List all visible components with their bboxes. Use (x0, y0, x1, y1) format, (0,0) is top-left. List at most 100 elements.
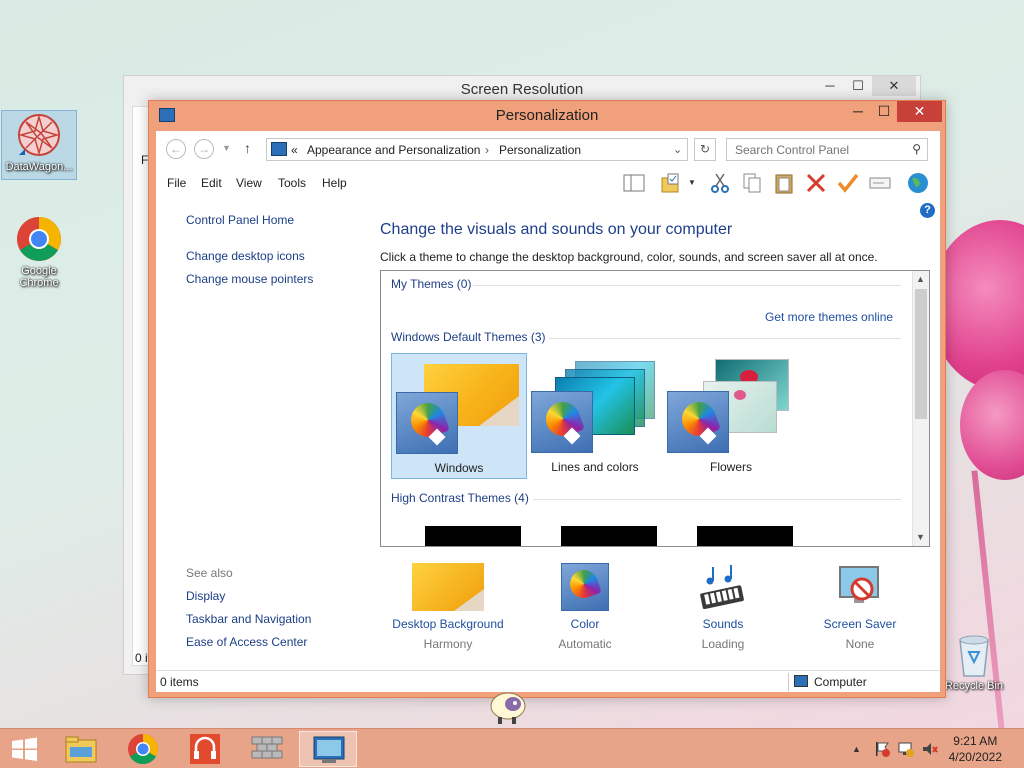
change-mouse-pointers-link[interactable]: Change mouse pointers (186, 272, 313, 286)
search-input[interactable] (727, 139, 897, 160)
themes-list[interactable]: My Themes (0) Get more themes online Win… (380, 270, 930, 547)
globe-icon[interactable] (906, 172, 930, 194)
sounds-setting[interactable]: Sounds Loading (663, 563, 783, 651)
change-desktop-icons-link[interactable]: Change desktop icons (186, 249, 305, 263)
vertical-scrollbar[interactable]: ▲ ▼ (912, 271, 929, 546)
help-icon[interactable]: ? (920, 203, 935, 218)
taskbar-music-app[interactable] (176, 731, 234, 767)
scroll-thumb[interactable] (915, 289, 927, 419)
status-bar: 0 items Computer (156, 670, 940, 692)
theme-windows[interactable]: Windows (391, 353, 527, 479)
divider (549, 338, 901, 339)
desktop-icon-datawagon[interactable]: DataWagon... (1, 110, 77, 180)
folder-options-icon[interactable] (660, 172, 684, 194)
minimize-button[interactable]: ─ (845, 101, 871, 122)
menu-tools[interactable]: Tools (278, 176, 306, 190)
menu-view[interactable]: View (236, 176, 262, 190)
wallpaper-flower-small (960, 370, 1024, 480)
scroll-up-icon[interactable]: ▲ (916, 274, 925, 284)
menu-edit[interactable]: Edit (201, 176, 222, 190)
color-setting[interactable]: Color Automatic (525, 563, 645, 651)
address-bar[interactable]: « Appearance and Personalization › Perso… (266, 138, 688, 161)
setting-name[interactable]: Color (525, 617, 645, 631)
breadcrumb-separator[interactable]: › (485, 143, 489, 157)
display-link[interactable]: Display (186, 589, 225, 603)
minimize-button[interactable]: ─ (816, 76, 844, 96)
title-bar[interactable]: Personalization ─ ☐ ✕ (149, 101, 945, 131)
setting-name[interactable]: Screen Saver (800, 617, 920, 631)
rename-icon[interactable] (868, 172, 892, 194)
forward-button[interactable]: → (194, 139, 214, 159)
desktop-pet-icon[interactable] (488, 688, 528, 726)
location-label: Computer (814, 675, 867, 689)
desktop-icon-label: Recycle Bin (944, 680, 1004, 692)
cut-icon[interactable] (708, 172, 732, 194)
maximize-button[interactable]: ☐ (844, 76, 872, 96)
volume-muted-icon[interactable] (922, 741, 938, 757)
get-more-themes-link[interactable]: Get more themes online (765, 310, 893, 324)
search-icon[interactable]: ⚲ (912, 142, 921, 156)
setting-name[interactable]: Desktop Background (388, 617, 508, 631)
taskbar-navigation-link[interactable]: Taskbar and Navigation (186, 612, 311, 626)
window-title: Personalization (495, 107, 599, 124)
control-panel-home-link[interactable]: Control Panel Home (186, 213, 294, 227)
windows-logo-icon (12, 737, 37, 761)
paste-icon[interactable] (772, 172, 796, 194)
high-contrast-theme[interactable] (697, 526, 793, 546)
taskbar-file-explorer[interactable] (52, 731, 110, 767)
back-button[interactable]: ← (166, 139, 186, 159)
taskbar-chrome[interactable] (114, 731, 172, 767)
desktop-background-icon (412, 563, 484, 611)
high-contrast-theme[interactable] (425, 526, 521, 546)
recent-pages-icon[interactable]: ▼ (222, 143, 231, 153)
desktop-icon-label: DataWagon... (5, 161, 73, 173)
taskbar-control-panel[interactable] (299, 731, 357, 767)
breadcrumb-personalization[interactable]: Personalization (499, 143, 581, 157)
ease-of-access-link[interactable]: Ease of Access Center (186, 635, 307, 649)
menu-file[interactable]: File (167, 176, 186, 190)
close-button[interactable]: ✕ (897, 101, 942, 122)
setting-name[interactable]: Sounds (663, 617, 783, 631)
theme-flowers[interactable]: Flowers (663, 353, 799, 479)
theme-lines-and-colors[interactable]: Lines and colors (527, 353, 663, 479)
desktop-icon-chrome[interactable]: Google Chrome (1, 215, 77, 289)
copy-icon[interactable] (740, 172, 764, 194)
theme-label: Lines and colors (551, 460, 639, 474)
high-contrast-theme[interactable] (561, 526, 657, 546)
divider (788, 673, 789, 691)
layout-icon[interactable] (622, 172, 646, 194)
start-button[interactable] (2, 731, 46, 767)
system-clock[interactable]: 9:21 AM 4/20/2022 (949, 733, 1002, 765)
close-button[interactable]: ✕ (872, 76, 916, 96)
desktop-icon-recycle-bin[interactable]: Recycle Bin (936, 632, 1012, 692)
page-title: Change the visuals and sounds on your co… (380, 221, 733, 238)
setting-value: Loading (701, 637, 745, 651)
action-center-flag-icon[interactable] (874, 741, 890, 757)
network-icon[interactable] (898, 741, 914, 757)
up-button[interactable]: ↑ (244, 140, 251, 156)
show-hidden-icons-button[interactable]: ▲ (852, 744, 861, 754)
dropdown-icon[interactable]: ▼ (688, 178, 696, 187)
high-contrast-heading: High Contrast Themes (4) (391, 491, 529, 505)
taskbar-firewall[interactable] (238, 731, 296, 767)
screen-saver-setting[interactable]: Screen Saver None (800, 563, 920, 651)
personalization-window[interactable]: Personalization ─ ☐ ✕ ← → ▼ ↑ « Appearan… (148, 100, 946, 698)
headphones-icon (190, 734, 220, 764)
sounds-icon (697, 563, 749, 611)
address-dropdown-icon[interactable]: ⌄ (673, 143, 682, 156)
see-also-heading: See also (186, 566, 233, 580)
breadcrumb-appearance[interactable]: Appearance and Personalization (307, 143, 480, 157)
menu-bar: File Edit View Tools Help ▼ ? (156, 169, 940, 218)
clock-time: 9:21 AM (953, 734, 998, 748)
address-prefix: « (291, 143, 298, 157)
checkmark-icon[interactable] (836, 172, 860, 194)
refresh-button[interactable]: ↻ (694, 138, 716, 161)
delete-icon[interactable] (804, 172, 828, 194)
menu-help[interactable]: Help (322, 176, 347, 190)
setting-value: Harmony (423, 637, 473, 651)
scroll-down-icon[interactable]: ▼ (916, 532, 925, 542)
desktop-background-setting[interactable]: Desktop Background Harmony (388, 563, 508, 651)
taskbar: ▲ 9:21 AM 4/20/2022 (0, 728, 1024, 768)
search-box[interactable]: ⚲ (726, 138, 928, 161)
maximize-button[interactable]: ☐ (871, 101, 897, 122)
